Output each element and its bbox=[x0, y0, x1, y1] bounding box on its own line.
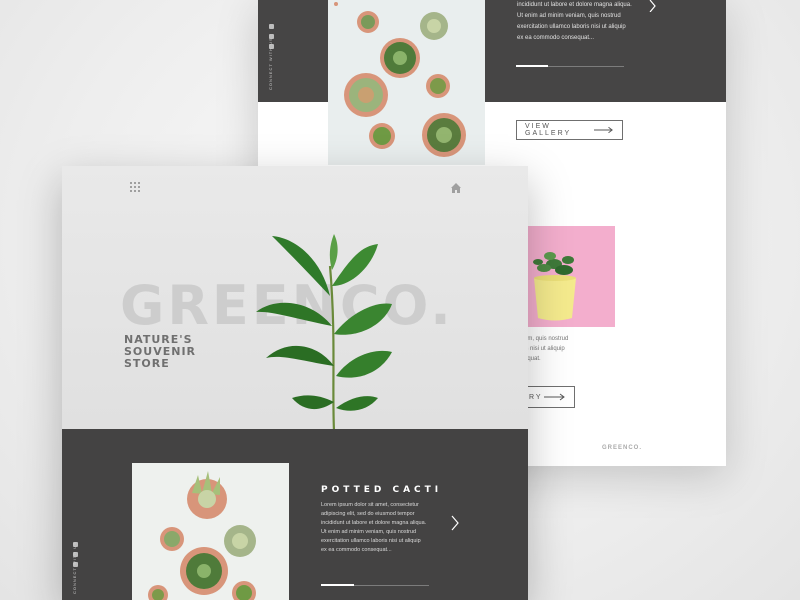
grid-menu-icon[interactable] bbox=[130, 182, 142, 194]
back-footer-brand: GREENCO. bbox=[602, 445, 643, 451]
hero-tagline: NATURE'S SOUVENIR STORE bbox=[124, 334, 224, 370]
product-desc-line: ex ea commodo consequat... bbox=[321, 547, 392, 553]
back-social-links: CONNECT WITH US bbox=[266, 24, 276, 104]
product-desc-line: exercitation ullamco laboris nisi ut ali… bbox=[321, 538, 421, 544]
product-desc-line: Lorem ipsum dolor sit amet, consectetur bbox=[321, 502, 419, 508]
product-progress-fill bbox=[321, 584, 355, 586]
front-page-card: GREENCO. NATURE'S SOUVENIR STORE CONNECT… bbox=[62, 166, 528, 600]
back-desc-line: ex ea commodo consequat... bbox=[517, 35, 595, 41]
potted-cacti-photo bbox=[132, 463, 289, 600]
rubber-plant-image bbox=[256, 234, 392, 431]
chevron-right-icon[interactable] bbox=[642, 0, 662, 12]
product-section: CONNECT WITH US POTTED CACTI Lorem ipsum… bbox=[62, 429, 528, 600]
hero-section: GREENCO. NATURE'S SOUVENIR STORE bbox=[62, 166, 528, 431]
instagram-icon[interactable] bbox=[268, 24, 274, 29]
arrow-right-icon bbox=[544, 393, 565, 401]
back-lower-desc-line: equat. bbox=[524, 356, 541, 362]
product-desc-line: adipiscing elit, sed do eiusmod tempor bbox=[321, 511, 415, 517]
pink-plant-photo bbox=[524, 226, 615, 327]
back-progress-bar bbox=[516, 65, 624, 67]
product-desc-line: Ut enim ad minim veniam, quis nostrud bbox=[321, 529, 417, 535]
back-description: incididunt ut labore et dolore magna ali… bbox=[517, 0, 647, 44]
front-social-links: CONNECT WITH US bbox=[70, 541, 80, 594]
back-succulent-photo bbox=[328, 0, 485, 165]
view-gallery-label: VIEW GALLERY bbox=[525, 123, 572, 137]
back-connect-label: CONNECT WITH US bbox=[268, 37, 273, 90]
succulent-arrangement-image bbox=[334, 2, 466, 157]
arrow-right-icon bbox=[594, 126, 613, 134]
back-desc-line: incididunt ut labore et dolore magna ali… bbox=[517, 2, 632, 8]
back-lower-desc-line: am, quis nostrud bbox=[524, 336, 569, 342]
product-description: Lorem ipsum dolor sit amet, consectetur … bbox=[321, 501, 431, 555]
home-icon[interactable] bbox=[450, 182, 462, 194]
front-connect-label: CONNECT WITH US bbox=[72, 541, 77, 594]
product-title: POTTED CACTI bbox=[321, 485, 443, 495]
product-progress-bar bbox=[321, 584, 429, 586]
cacti-arrangement-image bbox=[148, 471, 256, 600]
view-gallery-button[interactable]: VIEW GALLERY bbox=[516, 120, 623, 140]
yellow-pot-plant-image bbox=[533, 252, 576, 321]
back-lower-button-label: RY bbox=[529, 393, 543, 401]
back-desc-line: Ut enim ad minim veniam, quis nostrud bbox=[517, 13, 621, 19]
tagline-line: STORE bbox=[124, 357, 170, 370]
product-desc-line: incididunt ut labore et dolore magna ali… bbox=[321, 520, 427, 526]
back-lower-desc-line: is nisi ut aliquip bbox=[524, 346, 565, 352]
back-lower-description: am, quis nostrud is nisi ut aliquip equa… bbox=[524, 334, 584, 364]
chevron-right-icon[interactable] bbox=[449, 514, 461, 532]
back-progress-fill bbox=[516, 65, 549, 67]
back-desc-line: exercitation ullamco laboris nisi ut ali… bbox=[517, 24, 626, 30]
